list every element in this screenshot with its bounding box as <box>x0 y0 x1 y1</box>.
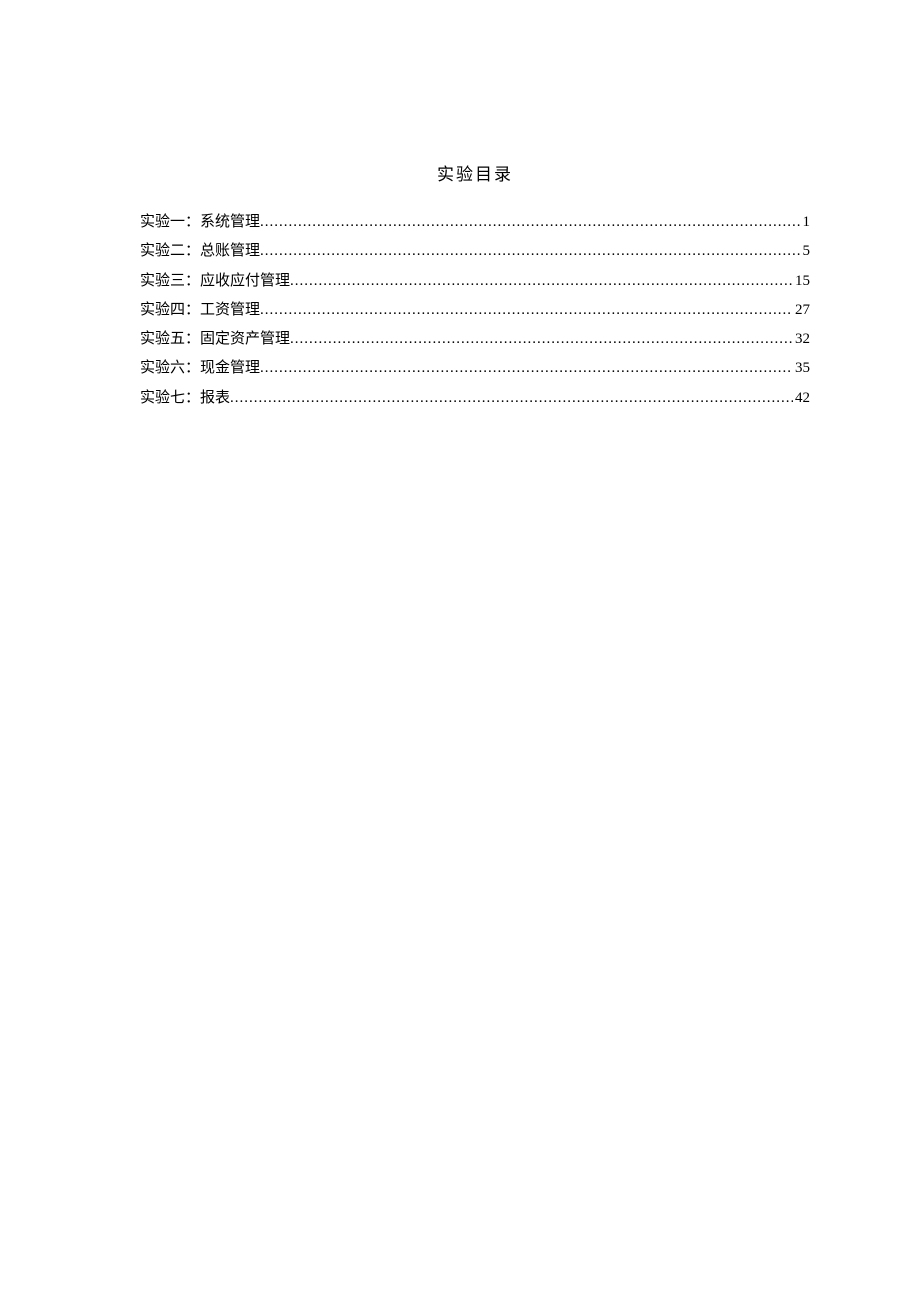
toc-entry-page: 35 <box>793 357 810 380</box>
toc-entry-label: 实验六：现金管理 <box>140 357 260 380</box>
toc-dot-leader <box>290 270 793 293</box>
toc-entry-page: 1 <box>801 211 811 234</box>
toc-entry: 实验七：报表 42 <box>140 387 810 410</box>
toc-entry-label: 实验四：工资管理 <box>140 299 260 322</box>
toc-entry-label: 实验二：总账管理 <box>140 240 260 263</box>
toc-dot-leader <box>260 211 800 234</box>
toc-entry-page: 42 <box>793 387 810 410</box>
toc-entry-page: 5 <box>801 240 811 263</box>
toc-entry: 实验四：工资管理 27 <box>140 299 810 322</box>
toc-title: 实验目录 <box>140 160 810 185</box>
toc-entry-page: 15 <box>793 270 810 293</box>
toc-entry-label: 实验三：应收应付管理 <box>140 270 290 293</box>
toc-entry: 实验五：固定资产管理 32 <box>140 328 810 351</box>
toc-dot-leader <box>260 357 793 380</box>
toc-entry: 实验三：应收应付管理 15 <box>140 270 810 293</box>
toc-entry-label: 实验七：报表 <box>140 387 230 410</box>
toc-dot-leader <box>230 387 793 410</box>
toc-dot-leader <box>290 328 793 351</box>
toc-entry: 实验一：系统管理 1 <box>140 211 810 234</box>
toc-entry-label: 实验一：系统管理 <box>140 211 260 234</box>
toc-dot-leader <box>260 299 793 322</box>
toc-dot-leader <box>260 240 800 263</box>
toc-entry-page: 27 <box>793 299 810 322</box>
toc-entry-page: 32 <box>793 328 810 351</box>
toc-list: 实验一：系统管理 1 实验二：总账管理 5 实验三：应收应付管理 15 实验四：… <box>140 211 810 410</box>
toc-entry-label: 实验五：固定资产管理 <box>140 328 290 351</box>
toc-entry: 实验六：现金管理 35 <box>140 357 810 380</box>
document-page: 实验目录 实验一：系统管理 1 实验二：总账管理 5 实验三：应收应付管理 15… <box>0 0 920 410</box>
toc-entry: 实验二：总账管理 5 <box>140 240 810 263</box>
